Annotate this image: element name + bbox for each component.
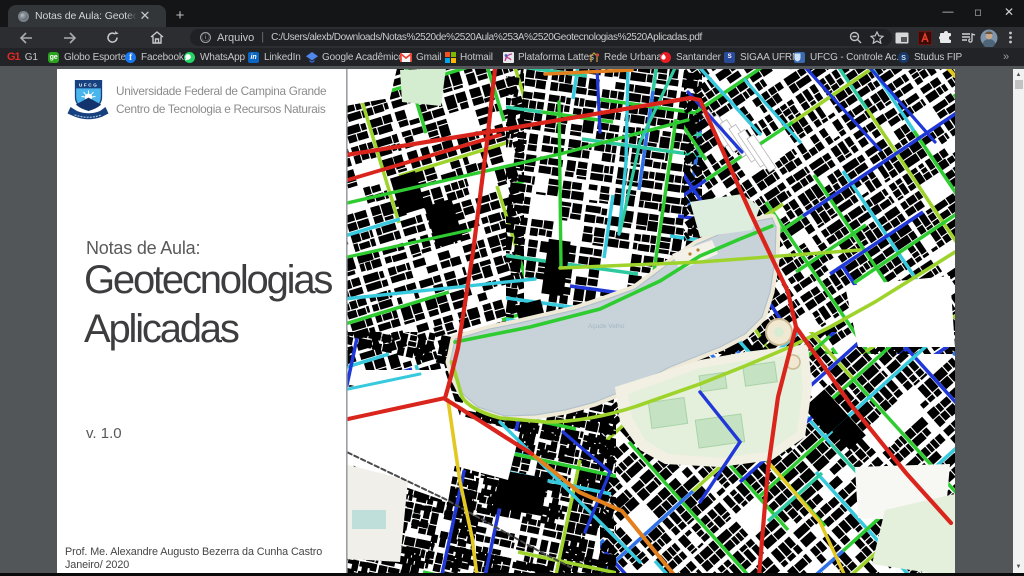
svg-text:Açude Velho: Açude Velho xyxy=(588,323,625,330)
svg-text:UFCG: UFCG xyxy=(79,83,98,88)
